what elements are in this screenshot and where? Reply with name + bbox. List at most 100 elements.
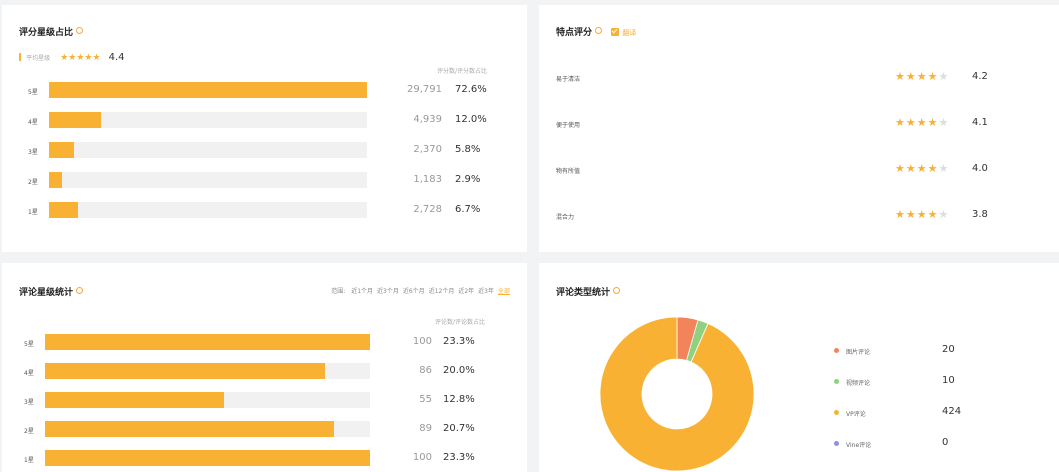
rating-count: 2,728	[413, 204, 442, 215]
help-icon[interactable]	[76, 287, 84, 294]
panel-title: 评论类型统计	[556, 285, 621, 298]
rating-percent: 6.7%	[455, 204, 481, 215]
legend-dot	[834, 348, 839, 353]
feature-label: 易于清洁	[556, 76, 581, 83]
bar-fill	[49, 142, 74, 158]
bar-track	[45, 450, 370, 466]
help-icon[interactable]	[76, 27, 84, 34]
bar-track	[45, 421, 370, 437]
column-header: 评分数/评分数占比	[437, 68, 488, 75]
star-icon: ★	[905, 162, 917, 175]
average-stars: ★★★★★	[60, 53, 101, 63]
legend-value: 10	[942, 375, 955, 386]
legend-dot	[834, 410, 839, 415]
range-option[interactable]: 近1个月	[351, 288, 373, 295]
feature-stars: ★★★★★	[895, 70, 949, 83]
panel-title: 特点评分 翻译	[556, 27, 637, 38]
feature-ratings-panel: 特点评分 翻译 易于清洁 ★★★★★ 4.2 便于使用 ★★★★★ 4.1 物有所值 ★★★★…	[539, 5, 1059, 252]
star-icon: ★	[905, 116, 917, 129]
feature-label: 便于使用	[556, 122, 581, 129]
rating-distribution-panel: 评分星级占比 平均星级 ★★★★★ 4.4 评分数/评分数占比 5星 29,791…	[2, 5, 527, 252]
bar-fill	[45, 334, 370, 350]
column-header: 评论数/评论数占比	[435, 319, 486, 326]
feature-rating: 3.8	[972, 209, 988, 220]
rating-percent: 2.9%	[455, 174, 481, 185]
star-icon: ★	[916, 70, 928, 83]
bar-track	[49, 202, 367, 218]
range-selector: 范围: 近1个月 近3个月 近6个月 近12个月 近2年 近3年 全部	[331, 288, 510, 295]
bar-fill	[45, 450, 370, 466]
star-icon: ★	[916, 116, 928, 129]
translate-checkbox[interactable]	[611, 27, 620, 36]
feature-label: 混合力	[556, 214, 575, 221]
average-value: 4.4	[108, 52, 125, 63]
average-rating: 平均星级 ★★★★★ 4.4	[19, 45, 125, 64]
feature-stars: ★★★★★	[895, 208, 949, 221]
bar-fill	[49, 82, 367, 98]
review-count: 89	[419, 423, 432, 434]
star-icon: ★	[895, 162, 906, 175]
review-stats-panel: 评论星级统计 范围: 近1个月 近3个月 近6个月 近12个月 近2年 近3年 全部 评论数…	[2, 263, 527, 472]
range-option[interactable]: 全部	[498, 288, 510, 295]
review-percent: 23.3%	[443, 452, 475, 463]
accent-marker	[19, 53, 21, 61]
star-icon: ★	[927, 116, 939, 129]
range-option[interactable]: 近3年	[478, 288, 494, 295]
feature-label: 物有所值	[556, 168, 581, 175]
row-label: 2星	[24, 428, 34, 435]
star-icon: ★	[905, 208, 917, 221]
star-icon: ★	[905, 70, 917, 83]
review-percent: 12.8%	[443, 394, 475, 405]
review-percent: 23.3%	[443, 336, 475, 347]
legend-value: 20	[942, 344, 955, 355]
row-label: 1星	[24, 457, 34, 464]
review-count: 86	[419, 365, 432, 376]
feature-rating: 4.2	[972, 71, 988, 82]
star-icon: ★	[927, 162, 939, 175]
row-label: 5星	[28, 89, 38, 96]
star-icon: ★	[938, 70, 950, 83]
star-icon: ★	[916, 162, 928, 175]
star-icon: ★	[938, 208, 950, 221]
legend-label: 图片评论	[846, 349, 871, 356]
review-percent: 20.7%	[443, 423, 475, 434]
rating-count: 1,183	[413, 174, 442, 185]
translate-label[interactable]: 翻译	[622, 29, 636, 37]
row-label: 4星	[28, 119, 38, 126]
range-option[interactable]: 近12个月	[429, 288, 455, 295]
range-option[interactable]: 近3个月	[377, 288, 399, 295]
range-option[interactable]: 近6个月	[403, 288, 425, 295]
row-label: 5星	[24, 341, 34, 348]
panel-title: 评论星级统计	[19, 285, 84, 298]
bar-track	[49, 172, 367, 188]
bar-fill	[45, 421, 334, 437]
donut-slice[interactable]	[599, 316, 755, 472]
legend-label: 视频评论	[846, 380, 871, 387]
legend-dot	[834, 441, 839, 446]
panel-title: 评分星级占比	[19, 25, 84, 38]
rating-count: 4,939	[413, 114, 442, 125]
feature-stars: ★★★★★	[895, 116, 949, 129]
legend-dot	[834, 379, 839, 384]
review-count: 100	[412, 452, 432, 463]
help-icon[interactable]	[613, 287, 621, 294]
bar-track	[45, 334, 370, 350]
row-label: 1星	[28, 209, 38, 216]
review-type-panel: 评论类型统计 图片评论 20 视频评论 10 VP评论 424 Vine评论 0	[539, 263, 1059, 472]
bar-track	[49, 112, 367, 128]
bar-track	[49, 142, 367, 158]
bar-track	[49, 82, 367, 98]
legend-label: VP评论	[846, 411, 866, 418]
feature-stars: ★★★★★	[895, 162, 949, 175]
review-count: 100	[412, 336, 432, 347]
help-icon[interactable]	[595, 27, 603, 34]
feature-rating: 4.0	[972, 163, 988, 174]
bar-fill	[49, 202, 78, 218]
star-icon: ★	[938, 162, 950, 175]
star-icon: ★	[895, 70, 906, 83]
range-option[interactable]: 近2年	[458, 288, 474, 295]
review-count: 55	[419, 394, 432, 405]
legend-value: 424	[942, 406, 962, 417]
bar-fill	[49, 172, 62, 188]
bar-fill	[45, 392, 224, 408]
